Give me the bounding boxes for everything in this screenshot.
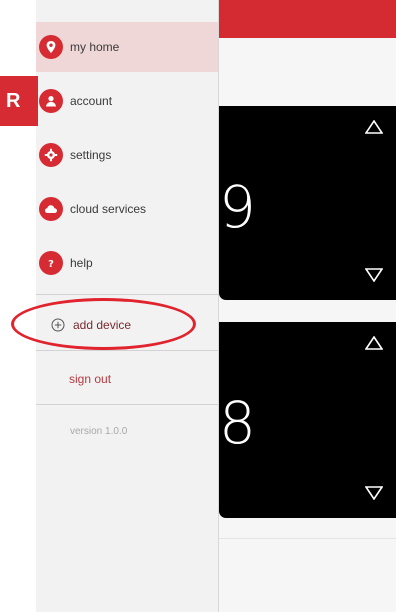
menu-item-settings[interactable]: settings bbox=[36, 130, 218, 180]
menu-item-label: account bbox=[70, 94, 113, 108]
gear-icon bbox=[39, 143, 63, 167]
sign-out-label: sign out bbox=[69, 372, 112, 386]
temperature-value: 9 bbox=[219, 173, 256, 241]
menu-item-help[interactable]: ? help bbox=[36, 238, 218, 288]
app-header-bar bbox=[219, 0, 396, 38]
r-badge: R bbox=[0, 76, 38, 126]
temperature-value: 8 bbox=[219, 389, 256, 457]
svg-text:?: ? bbox=[48, 259, 54, 270]
content-divider bbox=[219, 538, 396, 539]
thermostat-panel[interactable]: 8 bbox=[219, 322, 396, 518]
menu-item-cloud-services[interactable]: cloud services bbox=[36, 184, 218, 234]
menu-divider bbox=[36, 294, 218, 295]
sign-out-button[interactable]: sign out bbox=[36, 364, 218, 394]
menu-divider bbox=[36, 404, 218, 405]
user-icon bbox=[39, 89, 63, 113]
question-icon: ? bbox=[39, 251, 63, 275]
add-device-highlight-circle bbox=[11, 298, 196, 350]
decrease-arrow-icon[interactable] bbox=[365, 486, 383, 500]
menu-item-label: settings bbox=[70, 148, 112, 162]
menu-item-label: my home bbox=[70, 40, 120, 54]
badge-letter: R bbox=[6, 89, 21, 112]
menu-item-my-home[interactable]: my home bbox=[36, 22, 218, 72]
location-pin-icon bbox=[39, 35, 63, 59]
decrease-arrow-icon[interactable] bbox=[365, 268, 383, 282]
version-text: version 1.0.0 bbox=[70, 426, 128, 437]
menu-divider bbox=[36, 350, 218, 351]
increase-arrow-icon[interactable] bbox=[365, 336, 383, 350]
menu-item-label: cloud services bbox=[70, 202, 147, 216]
cloud-icon bbox=[39, 197, 63, 221]
menu-item-label: help bbox=[70, 256, 93, 270]
menu-item-account[interactable]: account bbox=[36, 76, 218, 126]
thermostat-panel[interactable]: 9 bbox=[219, 106, 396, 300]
increase-arrow-icon[interactable] bbox=[365, 120, 383, 134]
